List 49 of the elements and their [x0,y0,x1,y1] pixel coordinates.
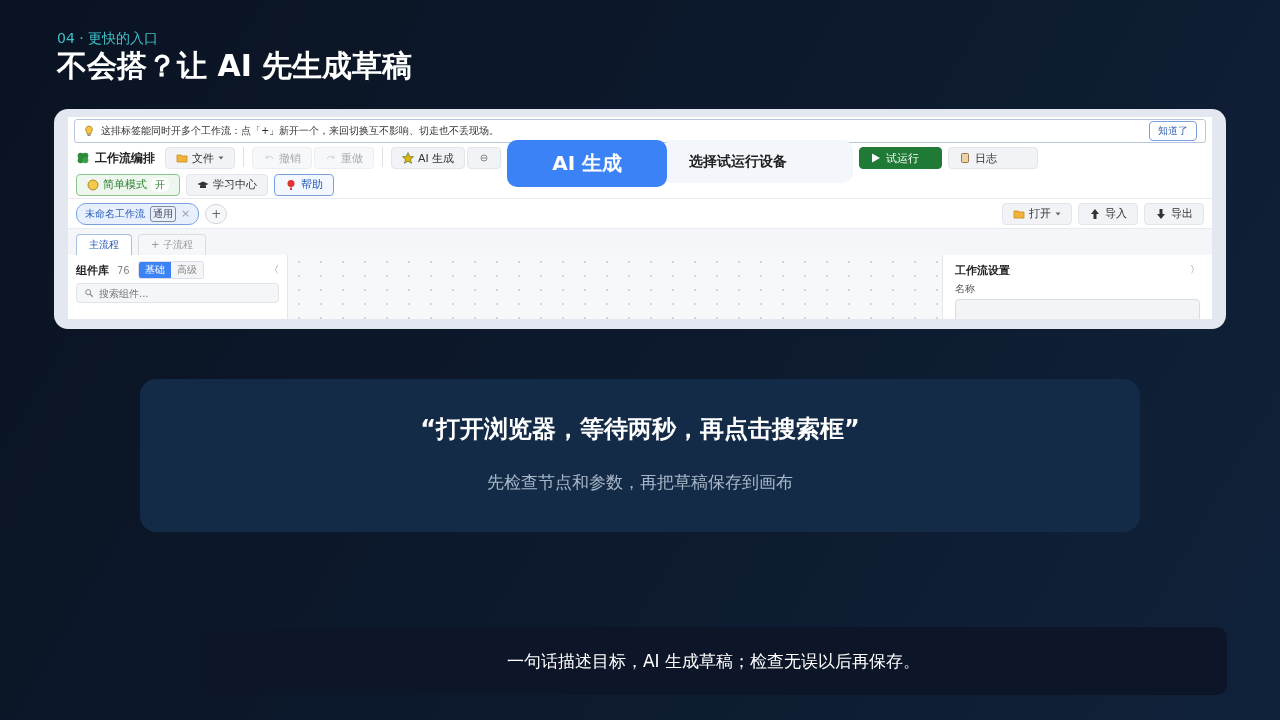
file-button[interactable]: 打开 [1002,202,1072,225]
quote-text: “打开浏览器，等待两秒，再点击搜索框” [420,414,860,445]
app-title: 工作流编排 [95,149,155,167]
mode-button[interactable]: 简单模式 开 [76,173,180,196]
mode-button[interactable]: 帮助 [274,173,334,196]
circle-icon [478,152,491,164]
folder-icon [176,152,188,164]
mode-button[interactable]: 学习中心 [186,173,268,196]
folder-icon [1013,207,1025,220]
collapse-icon[interactable]: 〈 [269,263,279,277]
sparkle-icon [402,152,414,164]
dismiss-button[interactable]: 知道了 [1149,121,1197,141]
run-button[interactable]: 试运行 [859,147,943,169]
scroll-icon [959,152,972,164]
upload-icon [1089,207,1101,220]
search-field[interactable]: 搜索组件... [76,283,279,303]
tab-label: 未命名工作流 [85,206,145,221]
toolbar-button[interactable]: AI 生成 [391,147,466,169]
workflow-tab[interactable]: 未命名工作流 通用 × [76,202,200,225]
flow-tab[interactable]: 主流程 [76,234,132,255]
tier-option[interactable]: 高级 [170,262,203,278]
footer-text: 一句话描述目标，AI 生成草稿；检查无误以后再保存。 [506,649,920,673]
icon-button[interactable] [467,147,502,169]
tab-badge: 通用 [150,205,176,222]
tier-option[interactable]: 基础 [138,262,171,278]
log-button[interactable]: 日志 [948,147,1039,169]
tip-text: 这排标签能同时开多个工作流：点「+」新开一个，来回切换互不影响、切走也不丢现场。 [101,124,501,138]
component-count: 76 [117,264,130,276]
circle-icon [87,178,99,191]
name-field[interactable] [955,299,1200,319]
toolbar-button[interactable]: 文件 [165,147,235,169]
expand-icon[interactable]: 〉 [1190,263,1200,278]
lightbulb-icon [83,125,95,137]
toggle-label: 开 [151,177,169,192]
callout-caption: 选择试运行设备 [667,140,854,183]
add-tab-button[interactable]: + [205,203,228,224]
download-icon [1155,207,1167,220]
search-icon [84,288,94,298]
slide-title: 不会搭？让 AI 先生成草稿 [57,47,413,85]
section-label: 04 · 更快的入口 [57,29,159,47]
field-label: 名称 [955,282,976,296]
help-icon [285,178,297,191]
file-button[interactable]: 导入 [1078,202,1138,225]
clover-icon [76,151,90,165]
panel-title: 组件库 [76,262,109,278]
panel-title: 工作流设置 [955,263,1010,278]
quote-note: 先检查节点和参数，再把草稿保存到画布 [487,471,793,494]
file-button[interactable]: 导出 [1144,202,1204,225]
callout-badge: AI 生成 [507,140,668,187]
